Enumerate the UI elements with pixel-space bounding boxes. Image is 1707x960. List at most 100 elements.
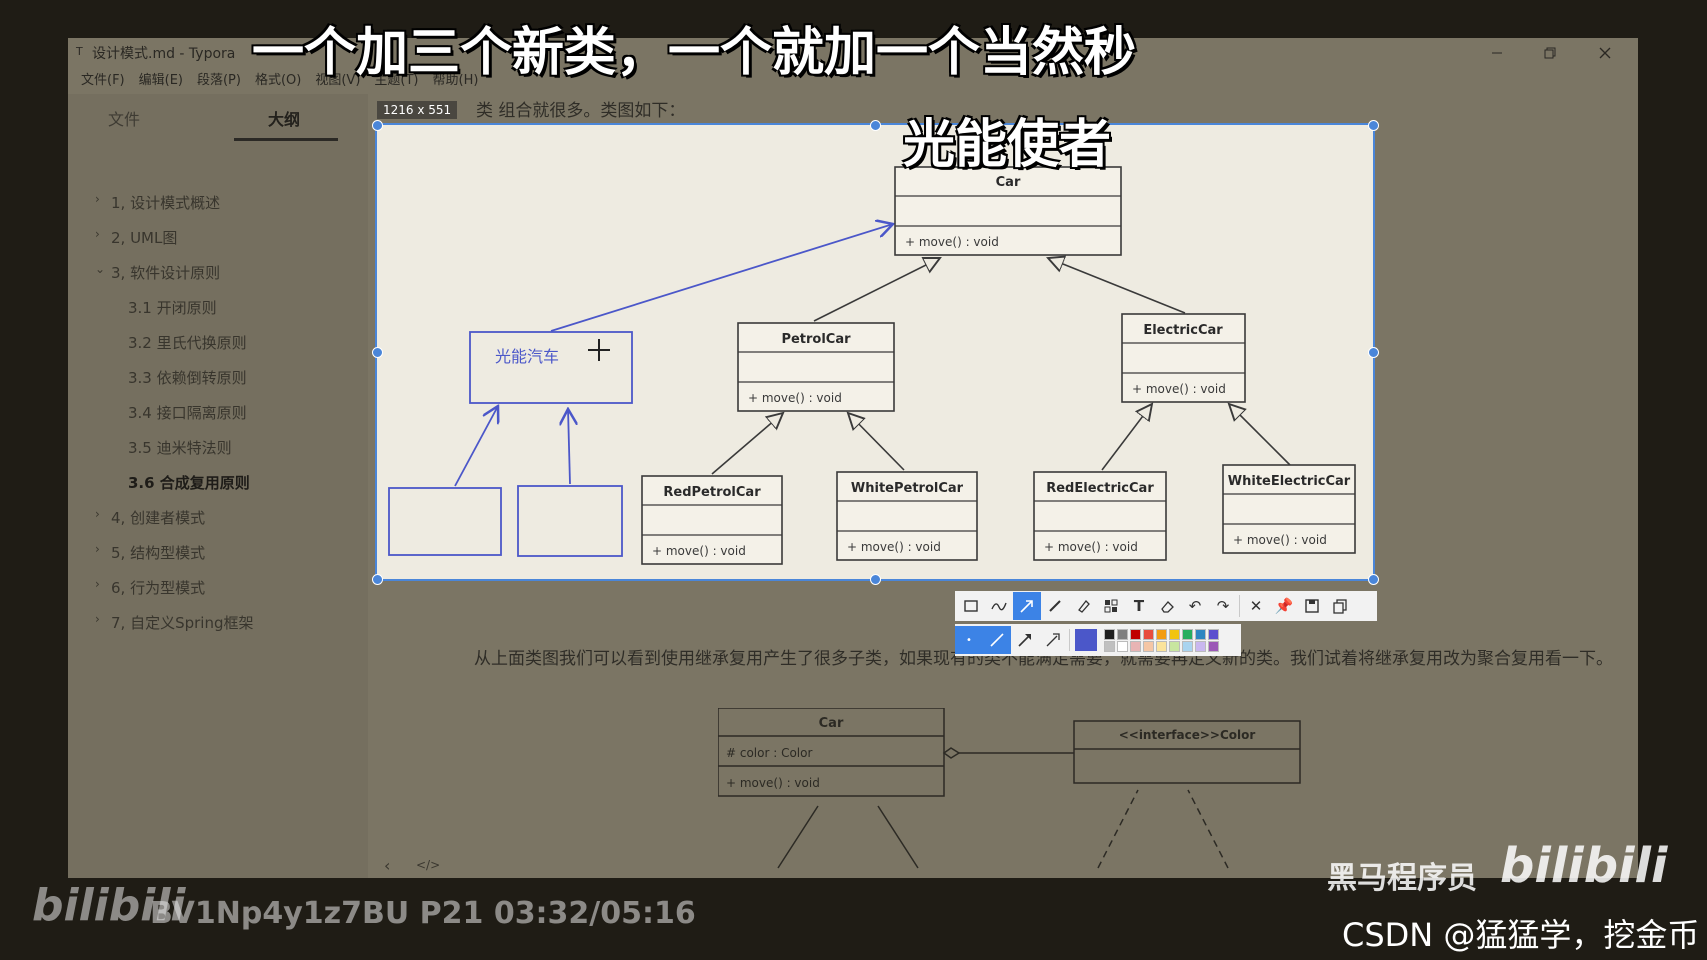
csdn-watermark: CSDN @猛猛学，挖金币 [1342,916,1700,954]
color-swatch[interactable] [1104,628,1115,640]
outline-item-5[interactable]: › 5, 结构型模式 [95,542,205,563]
outline-item-4[interactable]: › 4, 创建者模式 [95,507,205,528]
color-swatch[interactable] [1143,640,1154,652]
capture-region[interactable]: 光能汽车 Car PetrolCar ElectricCar RedPetrol… [372,120,1379,585]
restore-button[interactable] [1530,38,1570,68]
resize-handle-ne[interactable] [1368,120,1379,131]
uml-diagram-aggregation: Car # color : Color + move() : void <<in… [718,708,1301,869]
color-swatch[interactable] [1130,628,1141,640]
sidebar: 文件 大纲 › 1, 设计模式概述 › 2, UML图 ⌄ 3, 软件设计原则 3.1… [68,94,368,878]
outline-item-2[interactable]: › 2, UML图 [95,227,177,248]
arrow-style-solid-icon[interactable] [983,626,1011,654]
outline-item-3-3[interactable]: 3.3 依赖倒转原则 [128,367,247,388]
color-swatch[interactable] [1156,628,1167,640]
freehand-icon[interactable] [985,592,1013,620]
uml-class-name: PetrolCar [781,332,851,347]
chevron-right-icon[interactable]: › [95,192,100,206]
arrow-style-outline-icon[interactable] [1039,626,1067,654]
outline-item-3-4[interactable]: 3.4 接口隔离原则 [128,402,247,423]
color-swatch[interactable] [1156,640,1167,652]
text-icon[interactable]: T [1125,592,1153,620]
uml-field: # color : Color [726,746,812,760]
color-swatch[interactable] [1104,640,1115,652]
menu-paragraph[interactable]: 段落(P) [190,66,248,90]
marker-icon[interactable] [1069,592,1097,620]
outline-label: 3.4 接口隔离原则 [128,404,247,422]
color-swatch[interactable] [1169,628,1180,640]
menu-edit[interactable]: 编辑(E) [132,66,190,90]
outline-item-3-6[interactable]: 3.6 合成复用原则 [128,472,250,493]
outline-item-3-2[interactable]: 3.2 里氏代换原则 [128,332,247,353]
resize-handle-e[interactable] [1368,347,1379,358]
color-swatch[interactable] [1208,628,1219,640]
eraser-icon[interactable] [1153,592,1181,620]
outline-label: 3, 软件设计原则 [111,264,221,282]
uml-method: + move() : void [1132,382,1226,396]
chevron-right-icon[interactable]: › [95,612,100,626]
chevron-right-icon[interactable]: › [95,227,100,241]
arrow-style-filled-icon[interactable] [1011,626,1039,654]
outline-item-7[interactable]: › 7, 自定义Spring框架 [95,612,254,633]
source-mode-button[interactable]: </> [416,858,440,872]
outline-label: 6, 行为型模式 [111,579,206,597]
minimize-button[interactable] [1477,38,1517,68]
chevron-down-icon[interactable]: ⌄ [95,262,105,276]
color-swatch[interactable] [1182,640,1193,652]
crosshair-cursor-icon [588,339,610,361]
copy-icon[interactable] [1326,592,1354,620]
outline-label: 7, 自定义Spring框架 [111,614,254,632]
resize-handle-s[interactable] [870,574,881,585]
outline-item-3-1[interactable]: 3.1 开闭原则 [128,297,217,318]
outline-item-1[interactable]: › 1, 设计模式概述 [95,192,221,213]
color-swatch[interactable] [1208,640,1219,652]
resize-handle-nw[interactable] [372,120,383,131]
outline-item-3[interactable]: ⌄ 3, 软件设计原则 [95,262,221,283]
color-swatch[interactable] [1117,640,1128,652]
selected-color-swatch[interactable] [1072,626,1100,654]
color-palette [1104,628,1220,652]
tab-outline[interactable]: 大纲 [268,106,300,130]
resize-handle-se[interactable] [1368,574,1379,585]
chevron-right-icon[interactable]: › [95,577,100,591]
redo-icon[interactable]: ↷ [1209,592,1237,620]
resize-handle-sw[interactable] [372,574,383,585]
rect-icon[interactable] [957,592,985,620]
outline-label: 1, 设计模式概述 [111,194,221,212]
uml-class-name: Car [996,175,1021,190]
capture-toolbar: T ↶ ↷ ✕ 📌 [955,591,1377,621]
menu-file[interactable]: 文件(F) [74,66,132,90]
pen-icon[interactable] [1041,592,1069,620]
annotation-arrow [550,224,893,332]
uml-method: + move() : void [652,544,746,558]
mosaic-icon[interactable] [1097,592,1125,620]
color-swatch[interactable] [1195,640,1206,652]
tab-files[interactable]: 文件 [108,106,140,130]
color-swatch[interactable] [1117,628,1128,640]
arrow-icon[interactable] [1013,592,1041,620]
color-swatch[interactable] [1169,640,1180,652]
collapse-sidebar-button[interactable]: ‹ [384,856,390,875]
outline-item-3-5[interactable]: 3.5 迪米特法则 [128,437,232,458]
outline-label: 3.6 合成复用原则 [128,474,250,492]
resize-handle-w[interactable] [372,347,383,358]
save-icon[interactable] [1298,592,1326,620]
uml-class-name: RedPetrolCar [663,485,761,500]
video-info: BV1Np4y1z7BU P21 03:32/05:16 [150,896,696,931]
line-width-small-icon[interactable]: • [955,626,983,654]
outline-item-6[interactable]: › 6, 行为型模式 [95,577,206,598]
pin-icon[interactable]: 📌 [1270,592,1298,620]
color-swatch[interactable] [1182,628,1193,640]
color-swatch[interactable] [1195,628,1206,640]
close-icon[interactable]: ✕ [1242,592,1270,620]
chevron-right-icon[interactable]: › [95,507,100,521]
chevron-right-icon[interactable]: › [95,542,100,556]
undo-icon[interactable]: ↶ [1181,592,1209,620]
color-swatch[interactable] [1130,640,1141,652]
resize-handle-n[interactable] [870,120,881,131]
uml-interface-name: <<interface>>Color [1119,728,1256,742]
close-window-button[interactable] [1585,38,1625,68]
color-swatch[interactable] [1143,628,1154,640]
typora-app-icon: T [76,45,83,58]
doc-text-line: 类 组合就很多。类图如下： [476,101,686,121]
uml-class-name: WhitePetrolCar [851,481,964,496]
